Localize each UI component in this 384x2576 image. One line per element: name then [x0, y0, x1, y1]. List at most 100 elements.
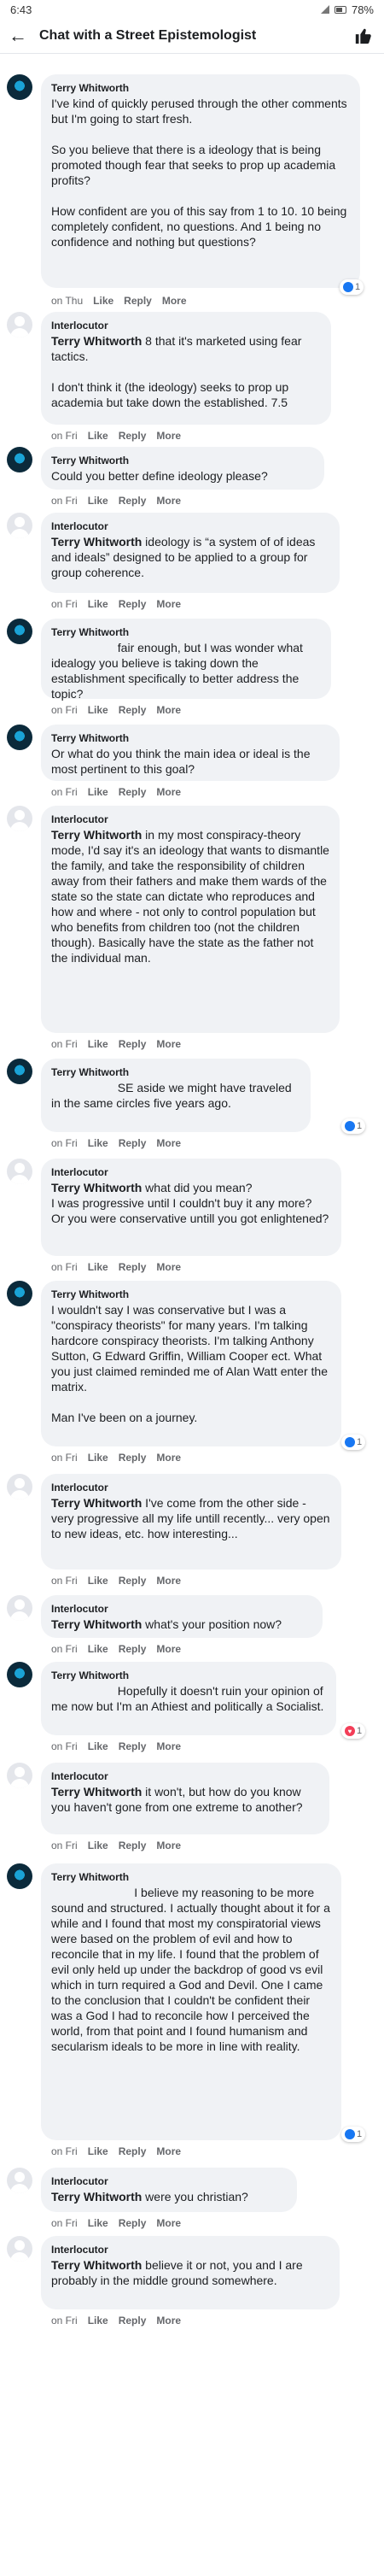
comment-author[interactable]: Terry Whitworth	[51, 626, 321, 638]
avatar[interactable]	[7, 806, 32, 831]
avatar[interactable]	[7, 2168, 32, 2193]
like-button[interactable]: Like	[88, 598, 108, 610]
reply-button[interactable]: Reply	[119, 1643, 147, 1655]
like-button[interactable]: Like	[88, 2315, 108, 2327]
like-button[interactable]: Like	[88, 1575, 108, 1587]
more-button[interactable]: More	[156, 1038, 181, 1050]
like-button[interactable]: Like	[88, 1038, 108, 1050]
like-button[interactable]: Like	[88, 1643, 108, 1655]
reply-button[interactable]: Reply	[119, 598, 147, 610]
avatar[interactable]	[7, 1059, 32, 1084]
more-button[interactable]: More	[156, 495, 181, 507]
more-button[interactable]: More	[156, 1643, 181, 1655]
comment-author[interactable]: Terry Whitworth	[51, 82, 350, 94]
mention-link[interactable]: Terry Whitworth	[51, 828, 142, 842]
mention-link[interactable]: Terry Whitworth	[51, 535, 142, 549]
like-thumb-icon[interactable]	[352, 24, 375, 48]
more-button[interactable]: More	[156, 786, 181, 798]
more-button[interactable]: More	[156, 1261, 181, 1273]
like-button[interactable]: Like	[88, 1261, 108, 1273]
more-button[interactable]: More	[156, 430, 181, 442]
avatar[interactable]	[7, 1595, 32, 1621]
comment-author[interactable]: Terry Whitworth	[51, 1871, 331, 1883]
more-button[interactable]: More	[156, 1740, 181, 1752]
like-button[interactable]: Like	[88, 2145, 108, 2157]
avatar[interactable]	[7, 1863, 32, 1889]
reply-button[interactable]: Reply	[119, 2315, 147, 2327]
reaction-badge[interactable]: 1	[341, 2127, 366, 2142]
comment-author[interactable]: Interlocutor	[51, 1482, 331, 1493]
like-button[interactable]: Like	[88, 1740, 108, 1752]
avatar[interactable]	[7, 1662, 32, 1687]
mention-link[interactable]: Terry Whitworth	[51, 1181, 142, 1194]
more-button[interactable]: More	[156, 1840, 181, 1851]
reply-button[interactable]: Reply	[119, 786, 147, 798]
like-button[interactable]: Like	[88, 495, 108, 507]
reply-button[interactable]: Reply	[119, 495, 147, 507]
more-button[interactable]: More	[156, 2315, 181, 2327]
avatar[interactable]	[7, 1474, 32, 1499]
back-arrow-icon[interactable]: ←	[9, 26, 32, 45]
reply-button[interactable]: Reply	[119, 2145, 147, 2157]
like-button[interactable]: Like	[88, 1137, 108, 1149]
comment-author[interactable]: Interlocutor	[51, 813, 329, 825]
comment-author[interactable]: Interlocutor	[51, 1603, 312, 1615]
comment-author[interactable]: Terry Whitworth	[51, 1066, 300, 1078]
like-button[interactable]: Like	[88, 1840, 108, 1851]
more-button[interactable]: More	[156, 1137, 181, 1149]
reaction-badge[interactable]: 1	[341, 1118, 366, 1134]
reaction-badge[interactable]: ♥ 1	[341, 1723, 366, 1739]
avatar[interactable]	[7, 74, 32, 100]
comment-author[interactable]: Terry Whitworth	[51, 1669, 326, 1681]
comment-author[interactable]: Interlocutor	[51, 320, 321, 332]
avatar[interactable]	[7, 619, 32, 644]
reply-button[interactable]: Reply	[119, 1261, 147, 1273]
comment-author[interactable]: Interlocutor	[51, 2175, 287, 2187]
reply-button[interactable]: Reply	[119, 1452, 147, 1464]
avatar[interactable]	[7, 1281, 32, 1306]
more-button[interactable]: More	[156, 1575, 181, 1587]
avatar[interactable]	[7, 725, 32, 750]
avatar[interactable]	[7, 513, 32, 538]
comment-author[interactable]: Terry Whitworth	[51, 1288, 331, 1300]
reaction-badge[interactable]: 1	[341, 1435, 366, 1450]
reply-button[interactable]: Reply	[119, 1575, 147, 1587]
mention-link[interactable]: Terry Whitworth	[51, 334, 142, 348]
mention-link[interactable]: Terry Whitworth	[51, 1617, 142, 1631]
like-button[interactable]: Like	[88, 1452, 108, 1464]
avatar[interactable]	[7, 312, 32, 337]
mention-link[interactable]: Terry Whitworth	[51, 1496, 142, 1510]
reaction-badge[interactable]: 1	[340, 279, 364, 295]
like-button[interactable]: Like	[88, 2217, 108, 2229]
more-button[interactable]: More	[162, 295, 187, 307]
more-button[interactable]: More	[156, 598, 181, 610]
avatar[interactable]	[7, 447, 32, 472]
like-button[interactable]: Like	[88, 786, 108, 798]
reply-button[interactable]: Reply	[119, 430, 147, 442]
avatar[interactable]	[7, 1763, 32, 1788]
like-button[interactable]: Like	[88, 704, 108, 716]
comment-author[interactable]: Interlocutor	[51, 1770, 319, 1782]
mention-link[interactable]: Terry Whitworth	[51, 1785, 142, 1799]
like-button[interactable]: Like	[88, 430, 108, 442]
reply-button[interactable]: Reply	[124, 295, 152, 307]
reply-button[interactable]: Reply	[119, 704, 147, 716]
comment-author[interactable]: Terry Whitworth	[51, 455, 314, 466]
avatar[interactable]	[7, 2236, 32, 2262]
more-button[interactable]: More	[156, 704, 181, 716]
reply-button[interactable]: Reply	[119, 1740, 147, 1752]
comment-author[interactable]: Terry Whitworth	[51, 732, 329, 744]
comment-author[interactable]: Interlocutor	[51, 2244, 329, 2256]
more-button[interactable]: More	[156, 2217, 181, 2229]
more-button[interactable]: More	[156, 2145, 181, 2157]
reply-button[interactable]: Reply	[119, 1137, 147, 1149]
reply-button[interactable]: Reply	[119, 1038, 147, 1050]
comment-author[interactable]: Interlocutor	[51, 1166, 331, 1178]
like-button[interactable]: Like	[93, 295, 113, 307]
more-button[interactable]: More	[156, 1452, 181, 1464]
reply-button[interactable]: Reply	[119, 2217, 147, 2229]
avatar[interactable]	[7, 1159, 32, 1184]
mention-link[interactable]: Terry Whitworth	[51, 2190, 142, 2203]
comment-author[interactable]: Interlocutor	[51, 520, 329, 532]
mention-link[interactable]: Terry Whitworth	[51, 2258, 142, 2272]
